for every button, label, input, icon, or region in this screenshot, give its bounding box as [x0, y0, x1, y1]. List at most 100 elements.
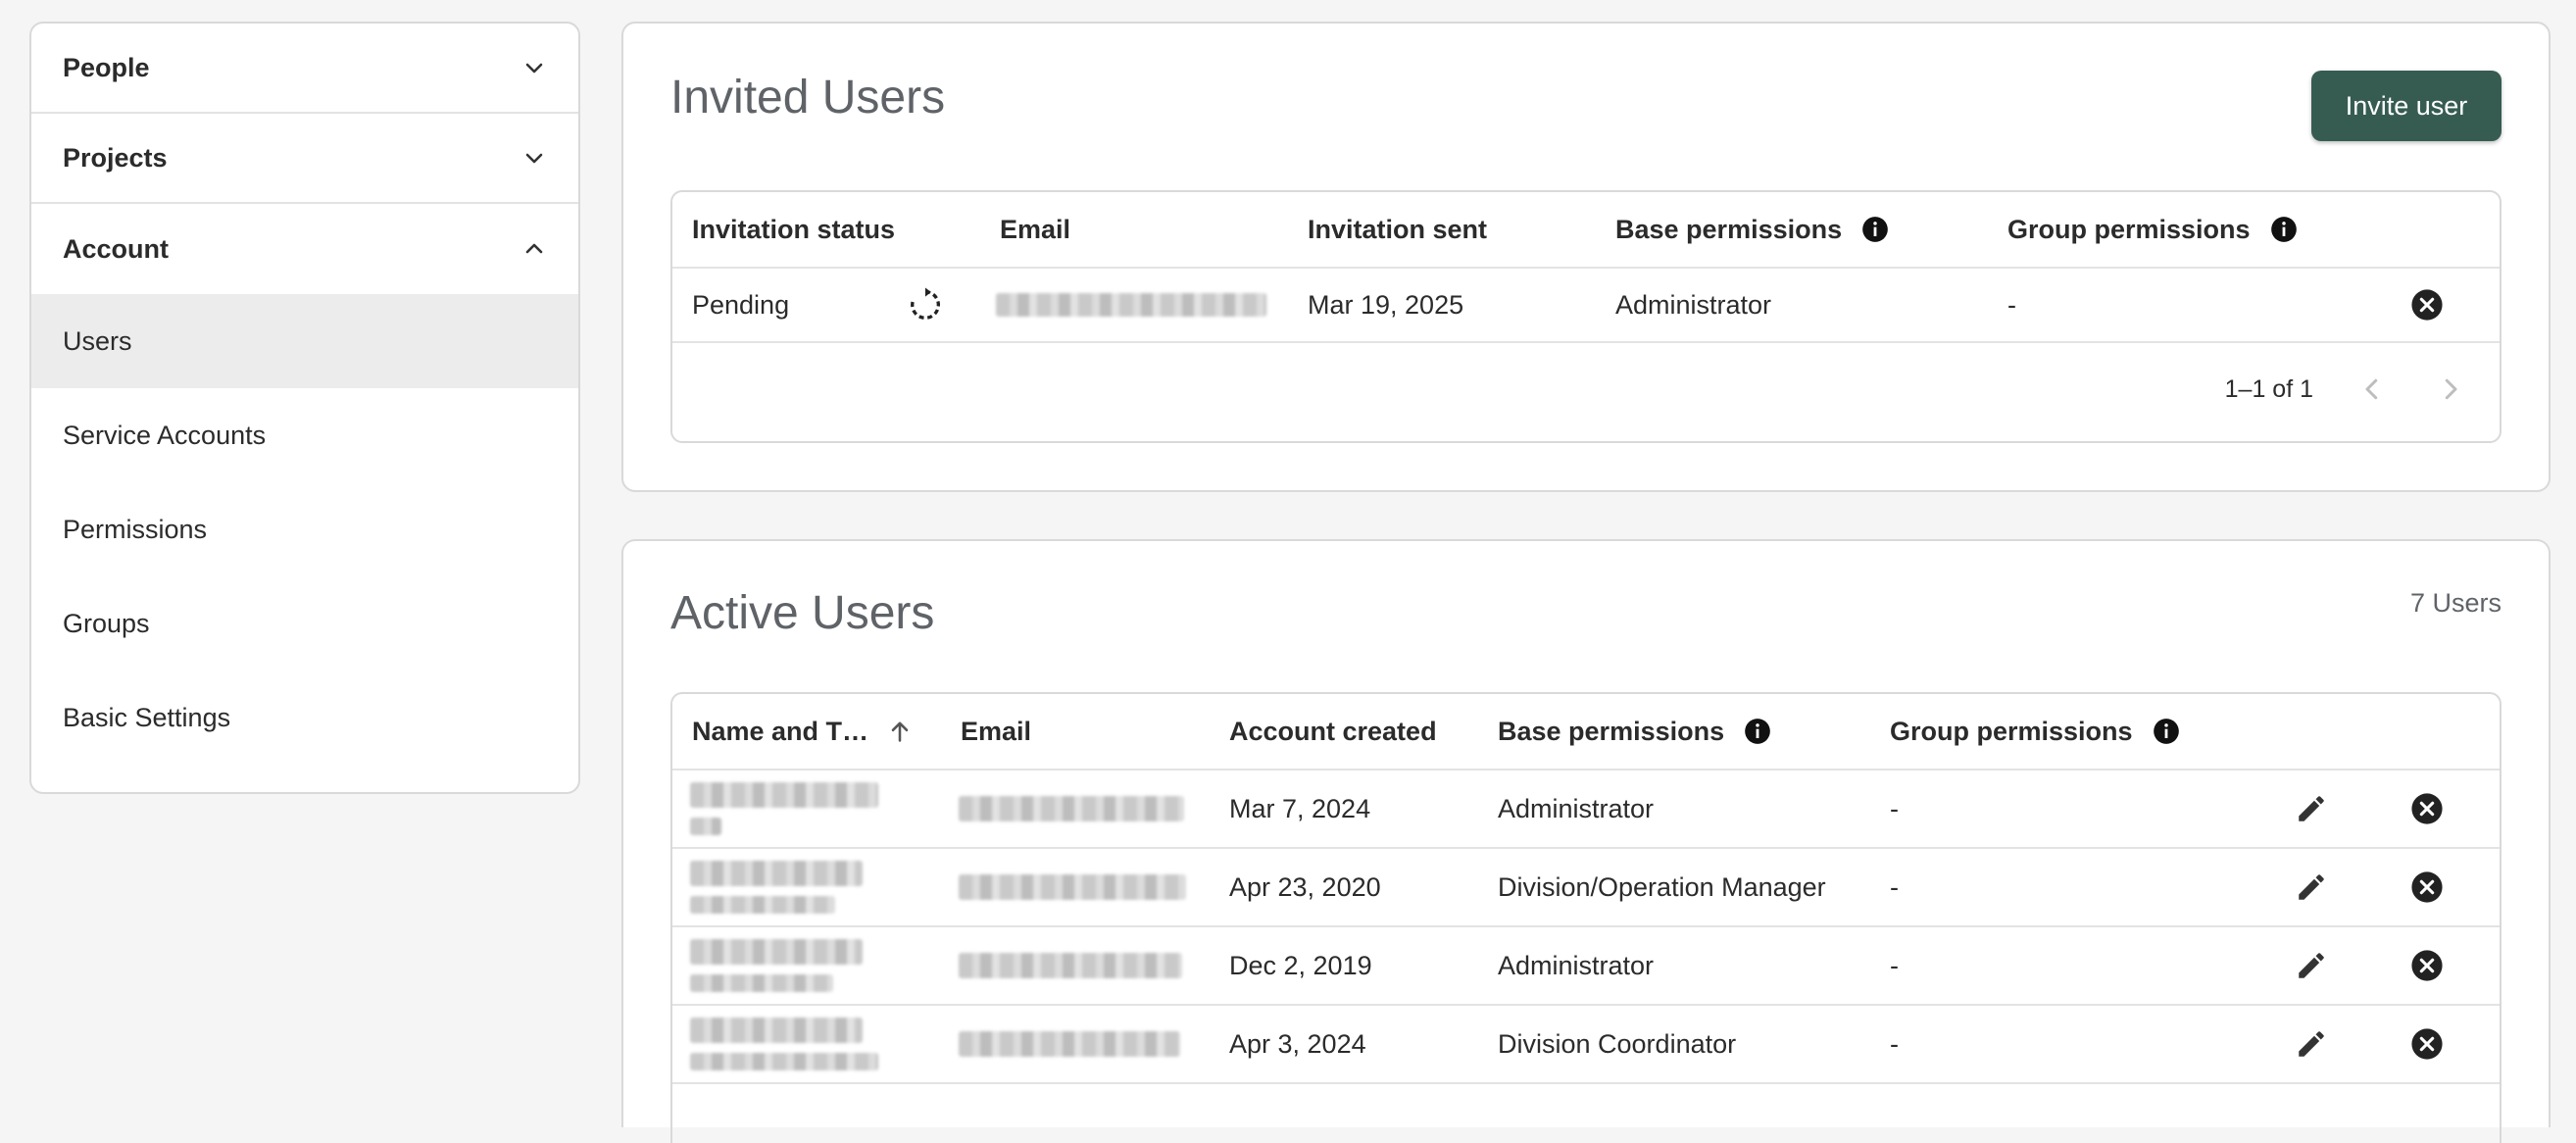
sidebar-section-projects[interactable]: Projects — [31, 114, 578, 204]
invited-users-table: Invitation status Email Invitation sent … — [670, 190, 2502, 443]
sidebar-section-account[interactable]: Account — [31, 204, 578, 294]
email-cell — [996, 269, 1266, 341]
column-header-label: Base permissions — [1615, 214, 1843, 244]
column-header-label: Name and T… — [692, 716, 869, 746]
column-header-label: Group permissions — [2007, 214, 2251, 244]
column-header-account-created[interactable]: Account created — [1229, 694, 1437, 769]
info-icon[interactable] — [2270, 216, 2298, 243]
base-permissions-value: Administrator — [1498, 793, 1655, 823]
column-header-label: Group permissions — [1890, 716, 2133, 746]
edit-user-button[interactable] — [2292, 770, 2331, 847]
invite-user-button[interactable]: Invite user — [2311, 71, 2502, 141]
close-circle-icon — [2407, 946, 2447, 985]
pagination: 1–1 of 1 — [2225, 337, 2470, 441]
edit-user-button[interactable] — [2292, 849, 2331, 925]
resend-invitation-icon[interactable] — [906, 269, 945, 341]
sidebar-section-label: Account — [63, 233, 169, 264]
table-header-row: Name and T… Email Account created Base p… — [672, 694, 2500, 770]
column-header-group-permissions[interactable]: Group permissions — [2007, 192, 2298, 267]
sidebar-item-service-accounts[interactable]: Service Accounts — [31, 388, 578, 482]
page-title: Invited Users — [670, 72, 946, 124]
invited-users-card: Invited Users Invite user Invitation sta… — [621, 22, 2551, 492]
table-header-row: Invitation status Email Invitation sent … — [672, 192, 2500, 269]
account-created-date: Apr 3, 2024 — [1229, 1028, 1366, 1059]
column-header-base-permissions[interactable]: Base permissions — [1498, 694, 1771, 769]
name-cell — [690, 849, 863, 925]
revoke-invitation-button[interactable] — [2407, 269, 2447, 341]
edit-user-button[interactable] — [2292, 927, 2331, 1004]
info-icon[interactable] — [1861, 216, 1889, 243]
table-row: Mar 7, 2024 Administrator - — [672, 770, 2500, 849]
column-header-label: Base permissions — [1498, 716, 1725, 746]
redacted-email — [959, 953, 1182, 978]
chevron-down-icon — [520, 53, 549, 82]
settings-sidebar: People Projects Account Users Service Ac… — [29, 22, 580, 794]
base-permissions-value: Division/Operation Manager — [1498, 871, 1826, 902]
group-permissions-value: - — [1890, 871, 1899, 902]
info-icon[interactable] — [2153, 718, 2180, 745]
pencil-icon — [2292, 946, 2331, 985]
pencil-icon — [2292, 1024, 2331, 1064]
remove-user-button[interactable] — [2407, 927, 2447, 1004]
base-permissions-value: Administrator — [1498, 950, 1655, 980]
remove-user-button[interactable] — [2407, 770, 2447, 847]
name-cell — [690, 1006, 878, 1082]
edit-user-button[interactable] — [2292, 1006, 2331, 1082]
redacted-email — [959, 1031, 1180, 1057]
remove-user-button[interactable] — [2407, 1006, 2447, 1082]
sidebar-item-basic-settings[interactable]: Basic Settings — [31, 671, 578, 765]
sidebar-section-label: Projects — [63, 142, 168, 173]
table-row: Pending Mar 19, 2025 Administrator - — [672, 269, 2500, 343]
previous-page-button[interactable] — [2353, 370, 2392, 409]
pencil-icon — [2292, 868, 2331, 907]
column-header-group-permissions[interactable]: Group permissions — [1890, 694, 2180, 769]
column-header-name-and-title[interactable]: Name and T… — [692, 694, 914, 769]
base-permissions-value: Administrator — [1615, 289, 1772, 320]
name-cell — [690, 770, 878, 847]
sidebar-item-groups[interactable]: Groups — [31, 576, 578, 671]
sidebar-item-users[interactable]: Users — [31, 294, 578, 388]
redacted-email — [959, 796, 1184, 821]
table-row: Dec 2, 2019 Administrator - — [672, 927, 2500, 1006]
remove-user-button[interactable] — [2407, 849, 2447, 925]
section-title: Active Users — [670, 587, 935, 639]
sidebar-item-permissions[interactable]: Permissions — [31, 482, 578, 576]
sidebar-item-label: Basic Settings — [63, 702, 231, 732]
sidebar-item-label: Users — [63, 325, 132, 356]
column-header-invitation-sent[interactable]: Invitation sent — [1308, 192, 1487, 267]
pencil-icon — [2292, 789, 2331, 828]
column-header-email[interactable]: Email — [961, 694, 1031, 769]
name-cell — [690, 927, 863, 1004]
active-users-table: Name and T… Email Account created Base p… — [670, 692, 2502, 1143]
group-permissions-value: - — [2007, 289, 2016, 320]
close-circle-icon — [2407, 285, 2447, 324]
sidebar-section-people[interactable]: People — [31, 24, 578, 114]
next-page-button[interactable] — [2431, 370, 2470, 409]
sidebar-section-label: People — [63, 52, 150, 82]
redacted-name — [690, 782, 878, 808]
account-created-date: Mar 7, 2024 — [1229, 793, 1371, 823]
column-header-base-permissions[interactable]: Base permissions — [1615, 192, 1889, 267]
pagination-label: 1–1 of 1 — [2224, 374, 2313, 403]
sidebar-item-label: Groups — [63, 608, 150, 638]
email-cell — [959, 927, 1182, 1004]
redacted-email — [959, 874, 1186, 900]
base-permissions-value: Division Coordinator — [1498, 1028, 1737, 1059]
sidebar-item-label: Service Accounts — [63, 420, 267, 450]
table-row: Apr 23, 2020 Division/Operation Manager … — [672, 849, 2500, 927]
close-circle-icon — [2407, 868, 2447, 907]
email-cell — [959, 770, 1184, 847]
account-created-date: Apr 23, 2020 — [1229, 871, 1381, 902]
user-count: 7 Users — [2409, 588, 2502, 618]
active-users-card: Active Users 7 Users Name and T… Email A… — [621, 539, 2551, 1143]
column-header-email[interactable]: Email — [1000, 192, 1070, 267]
chevron-down-icon — [520, 143, 549, 173]
account-created-date: Dec 2, 2019 — [1229, 950, 1372, 980]
redacted-name — [690, 1018, 863, 1043]
info-icon[interactable] — [1744, 718, 1771, 745]
table-row: Apr 3, 2024 Division Coordinator - — [672, 1006, 2500, 1084]
email-cell — [959, 1006, 1180, 1082]
column-header-invitation-status[interactable]: Invitation status — [692, 192, 895, 267]
redacted-email — [996, 293, 1266, 317]
redacted-title — [690, 818, 721, 835]
